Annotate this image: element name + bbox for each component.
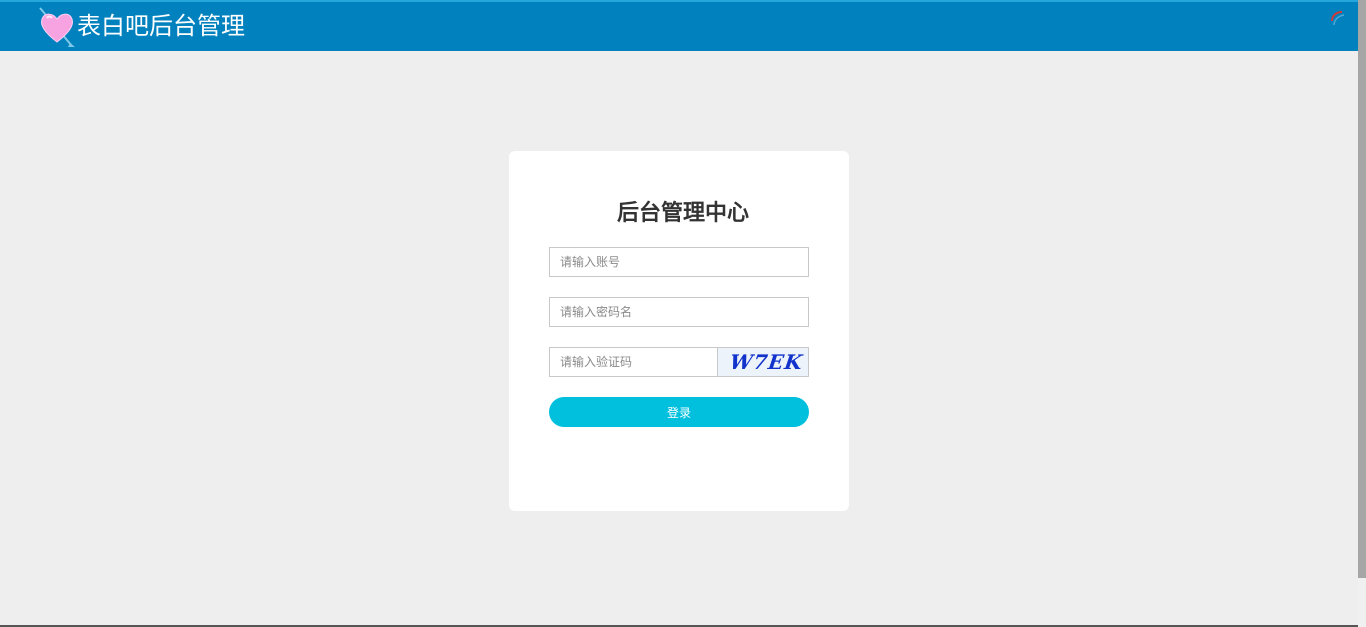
scrollbar-thumb[interactable] [1358,0,1366,578]
captcha-text: W7EK [728,350,805,374]
captcha-input[interactable] [549,347,718,377]
password-input[interactable] [549,297,809,327]
heart-arrow-icon [39,7,75,47]
top-header: 表白吧后台管理 [0,0,1358,51]
loading-arc-icon [1331,11,1345,26]
captcha-image[interactable]: W7EK [717,347,809,377]
app-title: 表白吧后台管理 [77,12,245,40]
login-button[interactable]: 登录 [549,397,809,427]
login-title: 后台管理中心 [616,201,749,226]
account-input[interactable] [549,247,809,277]
